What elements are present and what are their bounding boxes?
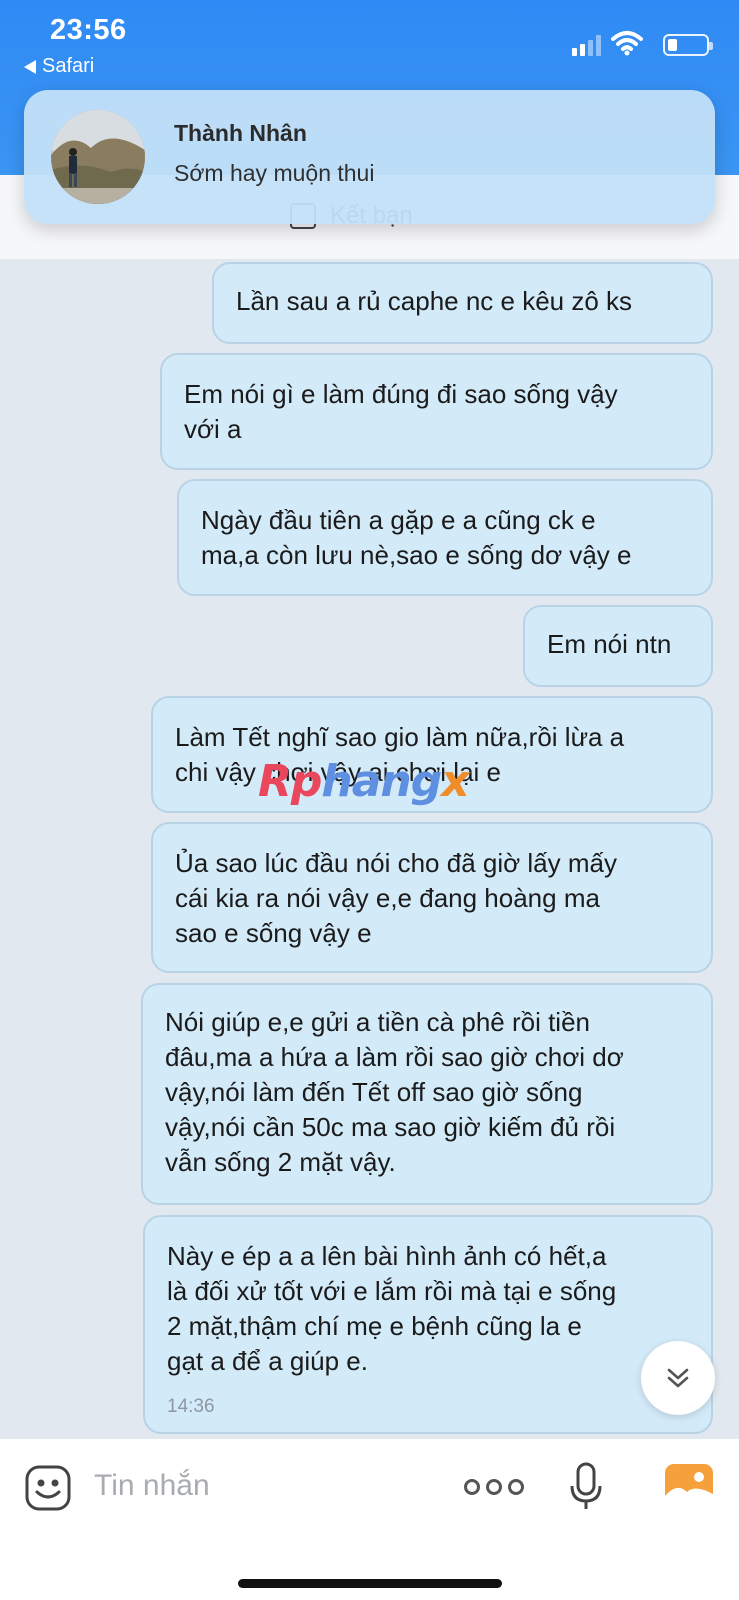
wifi-icon <box>611 31 643 56</box>
back-to-app-button[interactable]: Safari <box>24 55 94 78</box>
message-text: Ủa sao lúc đầu nói cho đã giờ lấy mấy cá… <box>175 848 617 948</box>
cellular-signal-icon <box>572 34 601 56</box>
message-bubble[interactable]: Em nói gì e làm đúng đi sao sống vậy với… <box>160 353 713 470</box>
message-text: Này e ép a a lên bài hình ảnh có hết,a l… <box>167 1241 617 1376</box>
notification-message: Sớm hay muộn thui <box>174 160 375 186</box>
double-chevron-down-icon <box>667 1368 689 1388</box>
microphone-icon[interactable] <box>569 1462 603 1512</box>
notification-banner[interactable]: Thành Nhân Sớm hay muộn thui <box>24 90 715 224</box>
message-bubble[interactable]: Nói giúp e,e gửi a tiền cà phê rồi tiền … <box>141 983 713 1205</box>
message-bubble[interactable]: Ủa sao lúc đầu nói cho đã giờ lấy mấy cá… <box>151 822 713 973</box>
message-text: Em nói ntn <box>547 629 672 659</box>
scroll-to-bottom-button[interactable] <box>641 1341 715 1415</box>
message-text: Nói giúp e,e gửi a tiền cà phê rồi tiền … <box>165 1007 624 1177</box>
sticker-icon[interactable] <box>24 1464 72 1512</box>
message-input[interactable]: Tin nhắn <box>94 1469 210 1503</box>
message-text: Ngày đầu tiên a gặp e a cũng ck e ma,a c… <box>201 505 632 570</box>
message-bubble[interactable]: Này e ép a a lên bài hình ảnh có hết,a l… <box>143 1215 713 1434</box>
battery-icon <box>663 34 713 56</box>
message-input-bar: Tin nhắn <box>0 1439 739 1600</box>
image-gallery-icon[interactable] <box>665 1464 713 1508</box>
watermark-logo: Rphangx <box>258 756 470 807</box>
message-timestamp: 14:36 <box>167 1396 215 1417</box>
back-app-label: Safari <box>42 55 95 77</box>
message-bubble[interactable]: Em nói ntn <box>523 605 713 687</box>
message-text: Em nói gì e làm đúng đi sao sống vậy với… <box>184 379 618 444</box>
message-bubble[interactable]: Ngày đầu tiên a gặp e a cũng ck e ma,a c… <box>177 479 713 596</box>
home-indicator <box>238 1579 502 1588</box>
back-arrow-icon <box>24 59 36 74</box>
status-time: 23:56 <box>50 14 127 46</box>
avatar <box>51 110 145 204</box>
more-options-icon[interactable] <box>464 1479 524 1495</box>
message-bubble[interactable]: Lần sau a rủ caphe nc e kêu zô ks <box>212 262 713 344</box>
notification-sender: Thành Nhân <box>174 120 307 146</box>
message-text: Lần sau a rủ caphe nc e kêu zô ks <box>236 286 633 316</box>
